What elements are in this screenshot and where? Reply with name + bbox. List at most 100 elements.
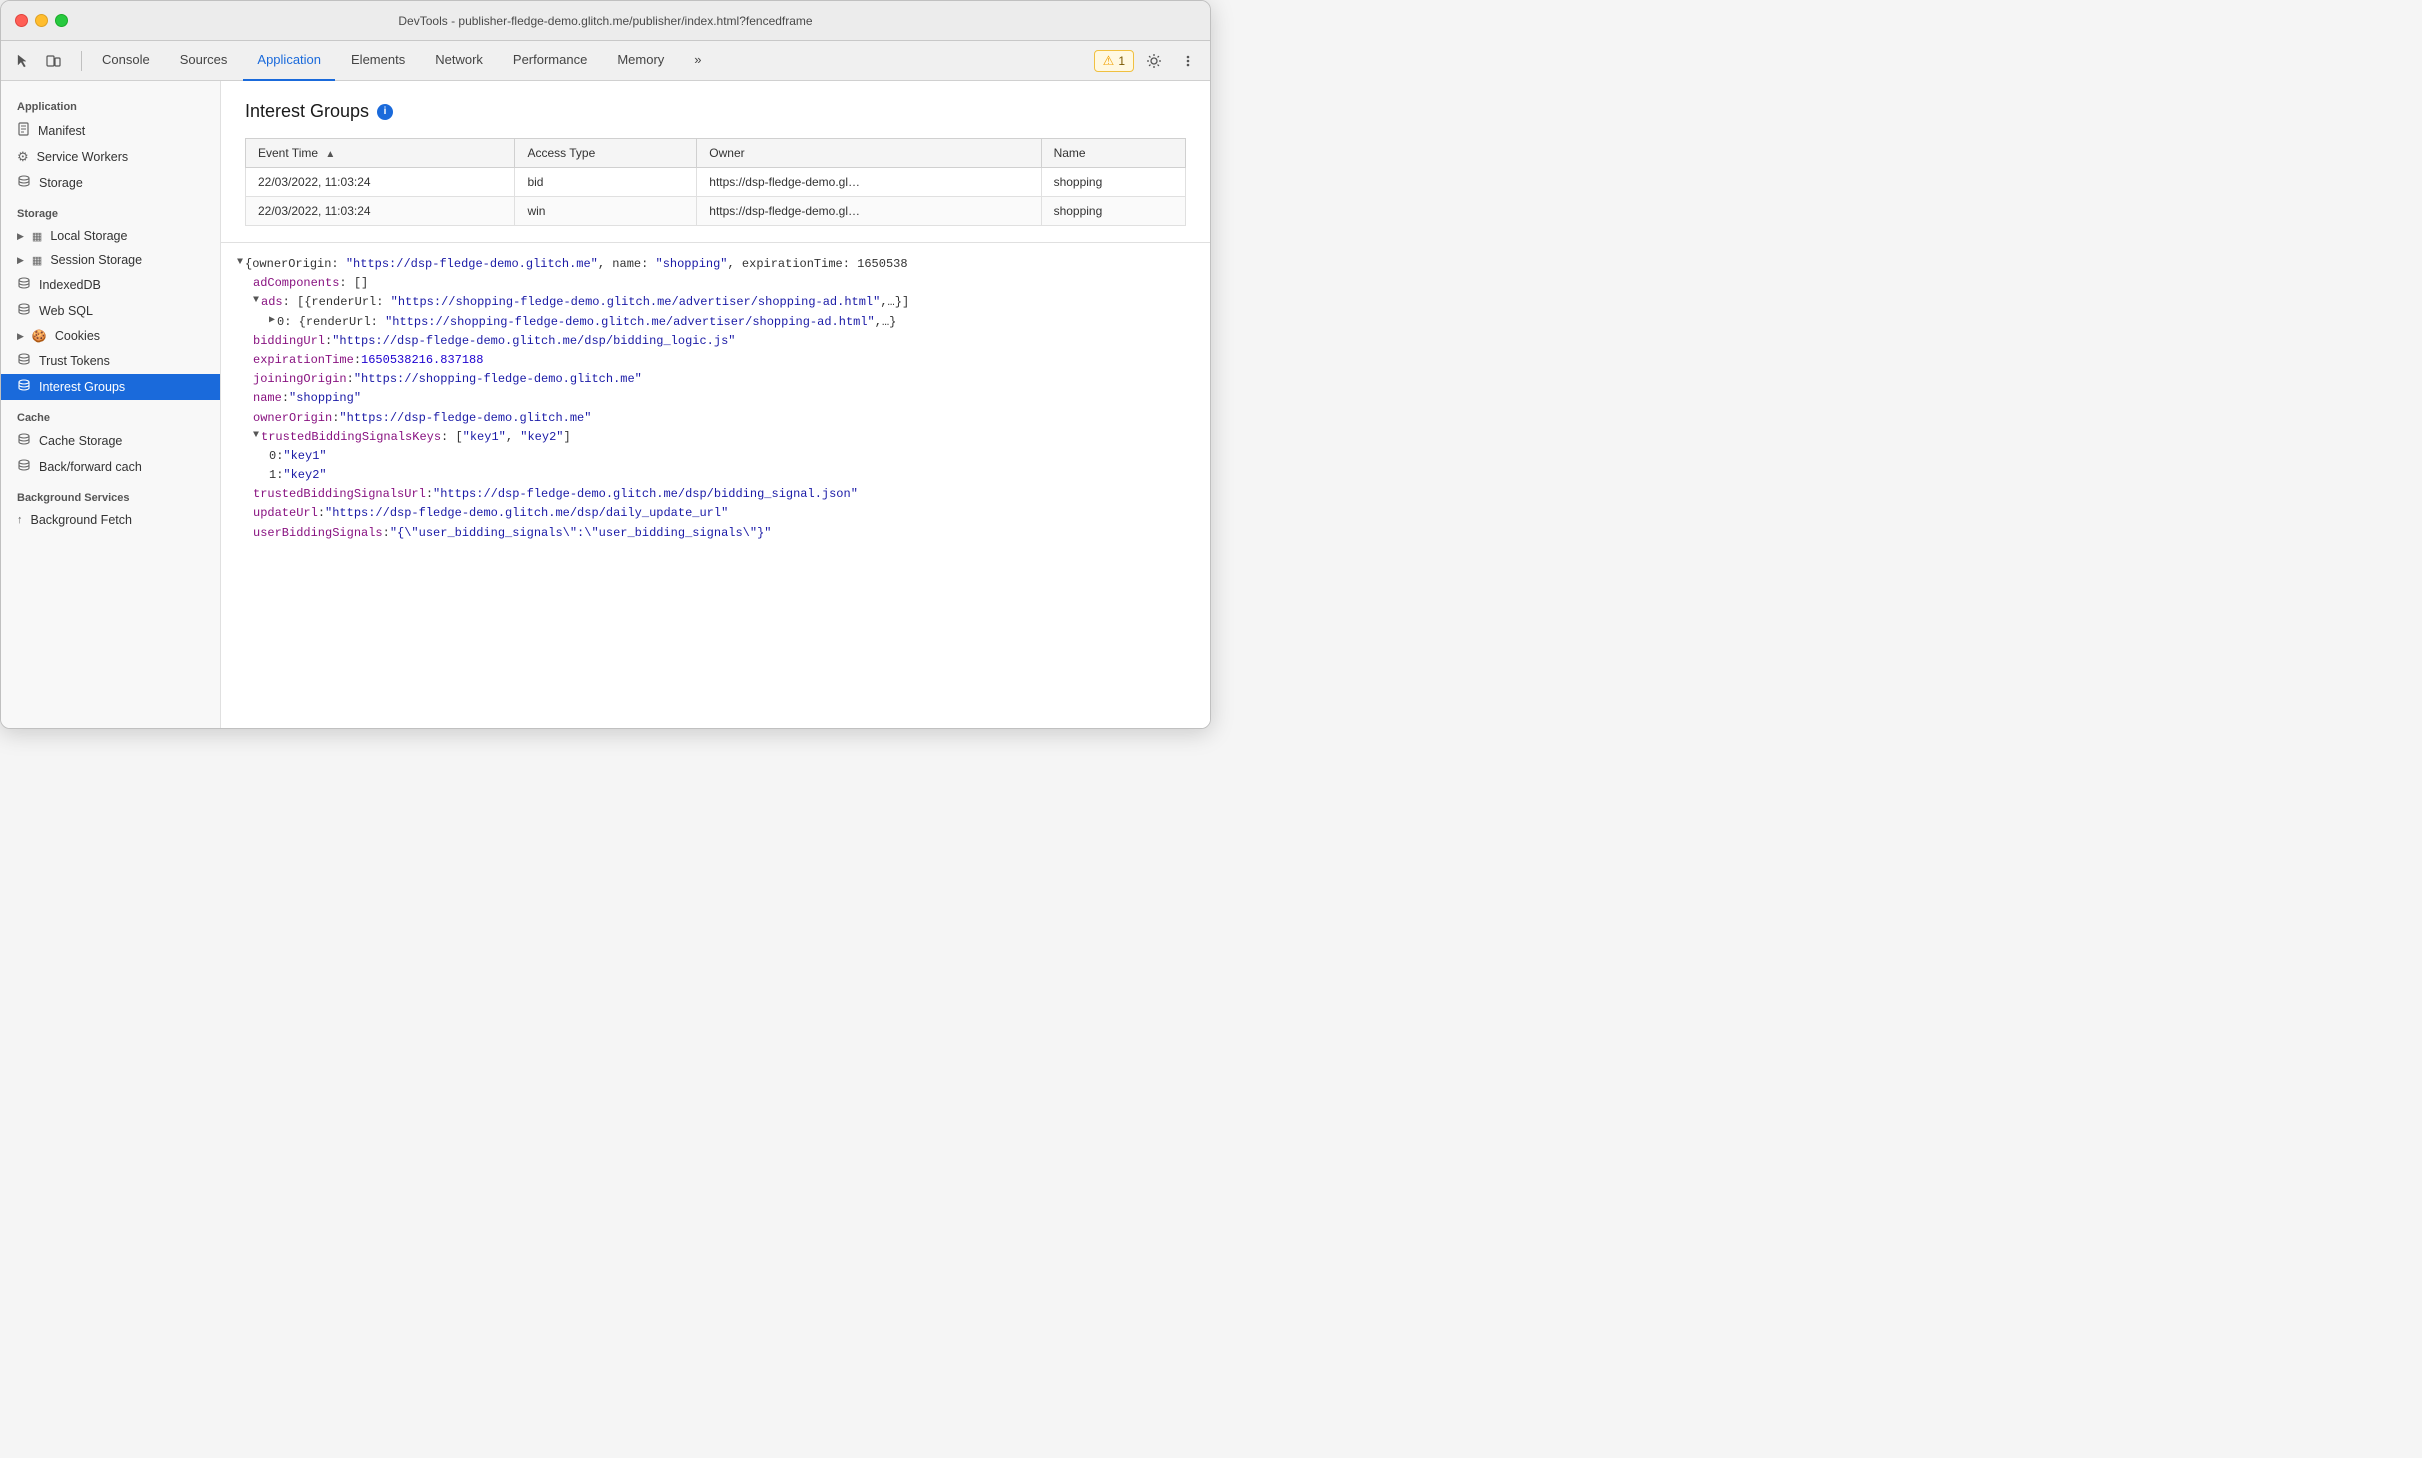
minimize-button[interactable] <box>35 14 48 27</box>
ig-title-text: Interest Groups <box>245 101 369 122</box>
window-title: DevTools - publisher-fledge-demo.glitch.… <box>398 14 812 28</box>
session-storage-arrow-icon: ▶ <box>17 255 24 266</box>
detail-line-1: adComponents : [] <box>237 274 1194 293</box>
warning-count: 1 <box>1118 54 1125 68</box>
col-access-type[interactable]: Access Type <box>515 139 697 168</box>
detail-line-8: ownerOrigin : "https://dsp-fledge-demo.g… <box>237 409 1194 428</box>
sidebar-item-back-forward-cache[interactable]: Back/forward cach <box>1 454 220 480</box>
local-storage-icon: ▦ <box>32 230 42 243</box>
detail-line-6: joiningOrigin : "https://shopping-fledge… <box>237 370 1194 389</box>
detail-line-5: expirationTime : 1650538216.837188 <box>237 351 1194 370</box>
settings-icon[interactable] <box>1140 47 1168 75</box>
session-storage-icon: ▦ <box>32 254 42 267</box>
sidebar-item-storage[interactable]: Storage <box>1 170 220 196</box>
more-options-icon[interactable] <box>1174 47 1202 75</box>
sidebar-item-manifest[interactable]: Manifest <box>1 117 220 144</box>
detail-line-2: ▼ ads : [{renderUrl: "https://shopping-f… <box>237 293 1194 312</box>
sidebar-item-service-workers[interactable]: ⚙ Service Workers <box>1 144 220 170</box>
sidebar-local-storage-label: Local Storage <box>50 229 127 243</box>
detail-line-0: ▼ {ownerOrigin: "https://dsp-fledge-demo… <box>237 255 1194 274</box>
detail-line-12: trustedBiddingSignalsUrl : "https://dsp-… <box>237 485 1194 504</box>
service-workers-icon: ⚙ <box>17 149 29 165</box>
sidebar-item-interest-groups[interactable]: Interest Groups <box>1 374 220 400</box>
storage-icon <box>17 175 31 191</box>
table-row[interactable]: 22/03/2022, 11:03:24 bid https://dsp-fle… <box>246 168 1186 197</box>
sidebar-item-cache-storage[interactable]: Cache Storage <box>1 428 220 454</box>
expand-arrow-3[interactable]: ▶ <box>269 313 275 329</box>
cell-event-time-2: 22/03/2022, 11:03:24 <box>246 197 515 226</box>
web-sql-icon <box>17 303 31 319</box>
expand-arrow-9[interactable]: ▼ <box>253 428 259 444</box>
tab-application[interactable]: Application <box>243 41 335 81</box>
cookies-icon: 🍪 <box>32 329 47 343</box>
sidebar-cache-group: Cache Cache Storage Back/forward cach <box>1 404 220 480</box>
back-forward-cache-icon <box>17 459 31 475</box>
bg-fetch-icon: ↑ <box>17 514 23 526</box>
toolbar-divider <box>81 51 82 71</box>
interest-groups-table: Event Time ▲ Access Type Owner Name <box>245 138 1186 226</box>
sidebar-back-forward-label: Back/forward cach <box>39 460 142 474</box>
detail-line-7: name : "shopping" <box>237 389 1194 408</box>
cell-name-1: shopping <box>1041 168 1185 197</box>
tab-network[interactable]: Network <box>421 41 497 81</box>
sidebar-item-session-storage[interactable]: ▶ ▦ Session Storage <box>1 248 220 272</box>
info-icon[interactable]: i <box>377 104 393 120</box>
cell-owner-1: https://dsp-fledge-demo.gl… <box>697 168 1041 197</box>
table-row[interactable]: 22/03/2022, 11:03:24 win https://dsp-fle… <box>246 197 1186 226</box>
sidebar-item-indexeddb[interactable]: IndexedDB <box>1 272 220 298</box>
cookies-arrow-icon: ▶ <box>17 331 24 342</box>
cell-access-type-1: bid <box>515 168 697 197</box>
cell-name-2: shopping <box>1041 197 1185 226</box>
col-name[interactable]: Name <box>1041 139 1185 168</box>
sidebar-item-trust-tokens[interactable]: Trust Tokens <box>1 348 220 374</box>
detail-line-9: ▼ trustedBiddingSignalsKeys : ["key1", "… <box>237 428 1194 447</box>
expand-arrow-2[interactable]: ▼ <box>253 293 259 309</box>
sidebar-item-web-sql[interactable]: Web SQL <box>1 298 220 324</box>
sidebar-app-group: Application Manifest ⚙ Service Workers S… <box>1 93 220 196</box>
sidebar-interest-groups-label: Interest Groups <box>39 380 125 394</box>
warning-icon: ⚠ <box>1103 53 1115 69</box>
main-content: Application Manifest ⚙ Service Workers S… <box>1 81 1210 728</box>
tab-console[interactable]: Console <box>88 41 164 81</box>
sidebar-manifest-label: Manifest <box>38 124 85 138</box>
sidebar-item-bg-fetch[interactable]: ↑ Background Fetch <box>1 508 220 532</box>
sidebar-item-local-storage[interactable]: ▶ ▦ Local Storage <box>1 224 220 248</box>
detail-line-14: userBiddingSignals : "{\"user_bidding_si… <box>237 524 1194 543</box>
toolbar: Console Sources Application Elements Net… <box>1 41 1210 81</box>
sidebar-item-cookies[interactable]: ▶ 🍪 Cookies <box>1 324 220 348</box>
cursor-icon[interactable] <box>9 47 37 75</box>
toolbar-icons <box>9 47 67 75</box>
col-event-time[interactable]: Event Time ▲ <box>246 139 515 168</box>
device-toolbar-icon[interactable] <box>39 47 67 75</box>
tab-memory[interactable]: Memory <box>603 41 678 81</box>
tab-performance[interactable]: Performance <box>499 41 601 81</box>
sidebar-bg-title: Background Services <box>1 484 220 508</box>
warning-badge[interactable]: ⚠ 1 <box>1094 50 1134 72</box>
interest-groups-panel: Interest Groups i Event Time ▲ Access Ty… <box>221 81 1210 243</box>
col-owner[interactable]: Owner <box>697 139 1041 168</box>
sidebar-trust-tokens-label: Trust Tokens <box>39 354 110 368</box>
expand-arrow-0[interactable]: ▼ <box>237 255 243 271</box>
tab-elements[interactable]: Elements <box>337 41 419 81</box>
tab-more[interactable]: » <box>680 41 715 81</box>
cell-event-time-1: 22/03/2022, 11:03:24 <box>246 168 515 197</box>
manifest-icon <box>17 122 30 139</box>
sidebar-session-storage-label: Session Storage <box>50 253 142 267</box>
sidebar-storage-title: Storage <box>1 200 220 224</box>
cache-storage-icon <box>17 433 31 449</box>
sidebar-service-workers-label: Service Workers <box>37 150 128 164</box>
sidebar-bg-group: Background Services ↑ Background Fetch <box>1 484 220 532</box>
toolbar-right: ⚠ 1 <box>1094 47 1202 75</box>
local-storage-arrow-icon: ▶ <box>17 231 24 242</box>
sidebar-storage-label: Storage <box>39 176 83 190</box>
detail-panel[interactable]: ▼ {ownerOrigin: "https://dsp-fledge-demo… <box>221 243 1210 728</box>
tab-sources[interactable]: Sources <box>166 41 242 81</box>
detail-line-10: 0: "key1" <box>237 447 1194 466</box>
maximize-button[interactable] <box>55 14 68 27</box>
sidebar-cache-title: Cache <box>1 404 220 428</box>
sidebar-storage-group: Storage ▶ ▦ Local Storage ▶ ▦ Session St… <box>1 200 220 400</box>
detail-line-4: biddingUrl : "https://dsp-fledge-demo.gl… <box>237 332 1194 351</box>
close-button[interactable] <box>15 14 28 27</box>
content-area: Interest Groups i Event Time ▲ Access Ty… <box>221 81 1210 728</box>
detail-line-11: 1: "key2" <box>237 466 1194 485</box>
